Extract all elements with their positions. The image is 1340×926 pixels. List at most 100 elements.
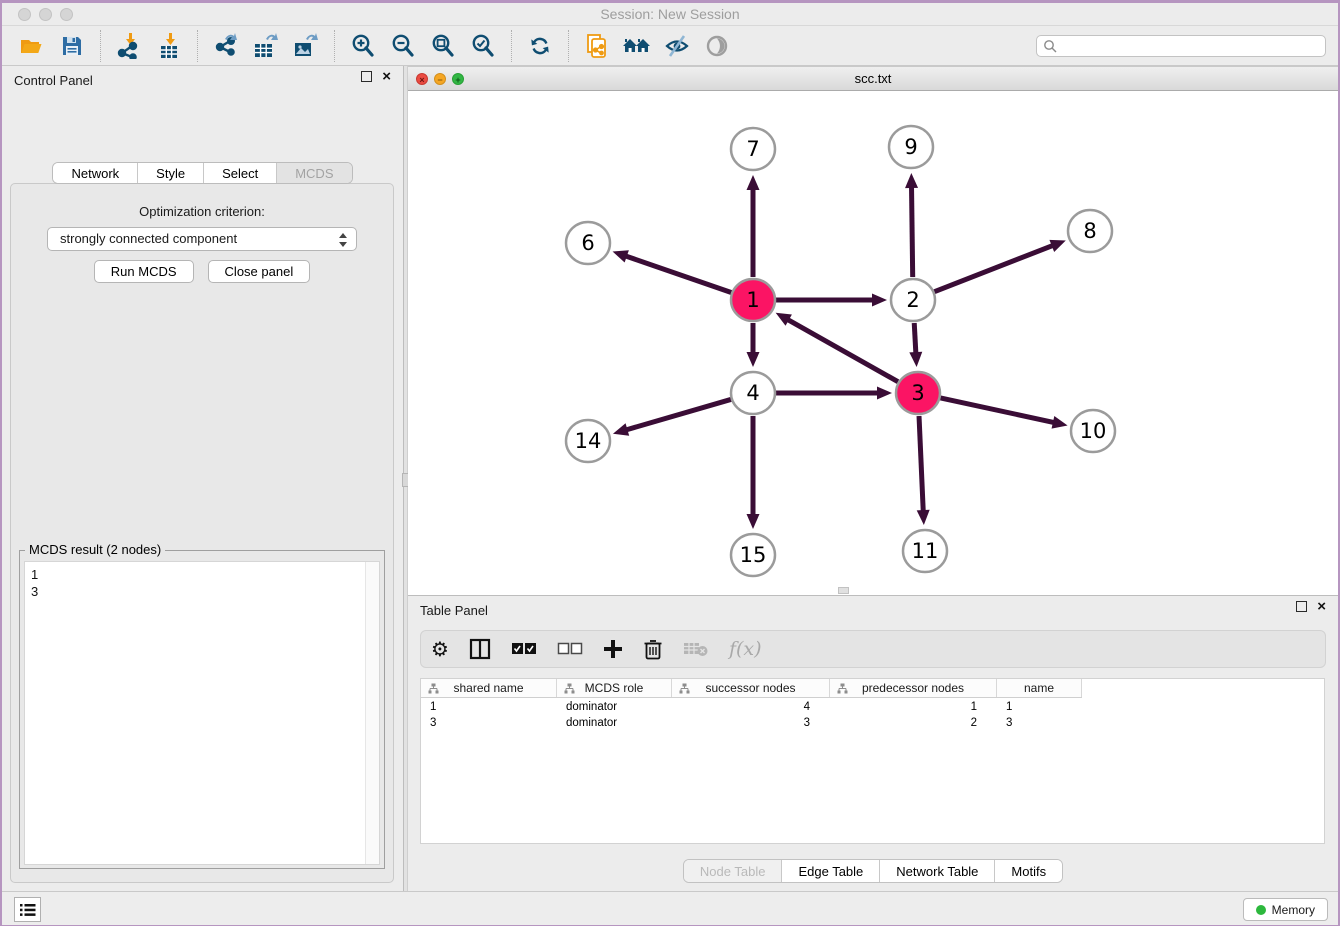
float-panel-icon[interactable]: [361, 71, 372, 82]
tab-network-table[interactable]: Network Table: [880, 860, 995, 882]
toggle-panel-columns-button[interactable]: [469, 636, 491, 662]
open-session-button[interactable]: [17, 31, 47, 61]
close-table-panel-icon[interactable]: ×: [1317, 601, 1326, 612]
table-row-1[interactable]: 3dominator323: [421, 715, 1082, 731]
delete-table-icon: [683, 640, 709, 658]
result-scrollbar[interactable]: [365, 562, 379, 864]
mcds-tab-content: Optimization criterion: strongly connect…: [10, 183, 394, 883]
table-cell[interactable]: 3: [672, 715, 830, 731]
graph-edge[interactable]: [919, 416, 923, 513]
close-panel-icon[interactable]: ×: [382, 71, 391, 82]
table-cell[interactable]: 1: [421, 699, 557, 715]
graph-edge[interactable]: [911, 185, 912, 277]
tab-network[interactable]: Network: [53, 163, 138, 183]
graph-node-label: 9: [904, 135, 917, 159]
main-toolbar: [2, 26, 1338, 66]
table-cell[interactable]: 2: [830, 715, 997, 731]
network-canvas[interactable]: 7968124314101511: [408, 91, 1338, 595]
export-network-button[interactable]: [211, 31, 241, 61]
column-label: name: [1024, 681, 1054, 695]
export-image-button[interactable]: [291, 31, 321, 61]
zoom-fit-button[interactable]: [428, 31, 458, 61]
table-cell[interactable]: 3: [421, 715, 557, 731]
column-label: successor nodes: [705, 681, 795, 695]
apply-layout-button[interactable]: [525, 31, 555, 61]
tab-select[interactable]: Select: [204, 163, 277, 183]
graph-edge[interactable]: [786, 319, 898, 382]
tab-motifs[interactable]: Motifs: [995, 860, 1062, 882]
zoom-selected-button[interactable]: [468, 31, 498, 61]
column-label: MCDS role: [585, 681, 644, 695]
delete-column-button[interactable]: [643, 636, 663, 662]
deselect-all-rows-button[interactable]: [557, 636, 583, 662]
tab-style[interactable]: Style: [138, 163, 204, 183]
graph-edge[interactable]: [940, 398, 1055, 423]
column-header-3[interactable]: predecessor nodes: [830, 679, 997, 697]
table-cell[interactable]: dominator: [557, 699, 672, 715]
show-all-button[interactable]: [702, 31, 732, 61]
checked-boxes-icon: [511, 642, 537, 656]
select-all-rows-button[interactable]: [511, 636, 537, 662]
attribute-icon: [679, 683, 690, 694]
edge-arrowhead: [909, 352, 922, 367]
import-table-button[interactable]: [154, 31, 184, 61]
export-table-button[interactable]: [251, 31, 281, 61]
toolbar-separator: [100, 30, 101, 62]
table-cell[interactable]: 1: [830, 699, 997, 715]
search-input[interactable]: [1036, 35, 1326, 57]
float-table-panel-icon[interactable]: [1296, 601, 1307, 612]
column-label: shared name: [453, 681, 523, 695]
column-header-4[interactable]: name: [997, 679, 1082, 697]
graph-edge[interactable]: [624, 255, 731, 292]
graph-node-label: 8: [1083, 219, 1096, 243]
add-column-button[interactable]: [603, 636, 623, 662]
table-cell[interactable]: 1: [997, 699, 1082, 715]
memory-button[interactable]: Memory: [1243, 898, 1328, 921]
tab-node-table[interactable]: Node Table: [684, 860, 783, 882]
hide-selected-button[interactable]: [662, 31, 692, 61]
table-options-button[interactable]: ⚙: [431, 636, 449, 662]
control-panel-title: Control Panel: [14, 73, 93, 88]
tab-mcds[interactable]: MCDS: [277, 163, 351, 183]
houses-icon: [622, 33, 652, 59]
session-title: Session: New Session: [2, 6, 1338, 22]
toolbar-separator: [568, 30, 569, 62]
memory-label: Memory: [1272, 903, 1315, 917]
edge-arrowhead: [917, 510, 930, 525]
horizontal-splitter-grip[interactable]: [838, 587, 849, 594]
graph-edge[interactable]: [914, 323, 916, 355]
mcds-result-title: MCDS result (2 nodes): [25, 542, 165, 557]
graph-edge[interactable]: [934, 245, 1054, 292]
first-neighbors-button[interactable]: [622, 31, 652, 61]
trash-icon: [643, 638, 663, 660]
clone-network-button[interactable]: [582, 31, 612, 61]
mcds-result-area[interactable]: 1 3: [24, 561, 380, 865]
column-header-1[interactable]: MCDS role: [557, 679, 672, 697]
close-panel-button[interactable]: Close panel: [208, 260, 311, 283]
save-session-button[interactable]: [57, 31, 87, 61]
table-cell[interactable]: dominator: [557, 715, 672, 731]
graph-edge[interactable]: [624, 399, 730, 430]
table-cell[interactable]: 4: [672, 699, 830, 715]
task-history-button[interactable]: [14, 897, 41, 922]
column-header-2[interactable]: successor nodes: [672, 679, 830, 697]
search-field-wrap: [1036, 35, 1326, 57]
optimization-criterion-select[interactable]: strongly connected component: [47, 227, 357, 251]
run-mcds-button[interactable]: Run MCDS: [94, 260, 194, 283]
open-folder-icon: [19, 33, 45, 59]
table-cell[interactable]: 3: [997, 715, 1082, 731]
memory-status-dot: [1256, 905, 1266, 915]
table-row-0[interactable]: 1dominator411: [421, 699, 1082, 715]
search-icon: [1043, 39, 1057, 53]
network-window: × − + scc.txt 7968124314101511: [408, 66, 1338, 595]
edge-arrowhead: [747, 175, 760, 190]
zoom-in-button[interactable]: [348, 31, 378, 61]
import-network-button[interactable]: [114, 31, 144, 61]
zoom-out-button[interactable]: [388, 31, 418, 61]
control-panel: Control Panel × Network Style Select MCD…: [2, 66, 403, 891]
column-header-0[interactable]: shared name: [421, 679, 557, 697]
edge-arrowhead: [872, 294, 887, 307]
delete-table-button[interactable]: [683, 636, 709, 662]
function-builder-button[interactable]: f(x): [729, 636, 762, 662]
tab-edge-table[interactable]: Edge Table: [782, 860, 880, 882]
